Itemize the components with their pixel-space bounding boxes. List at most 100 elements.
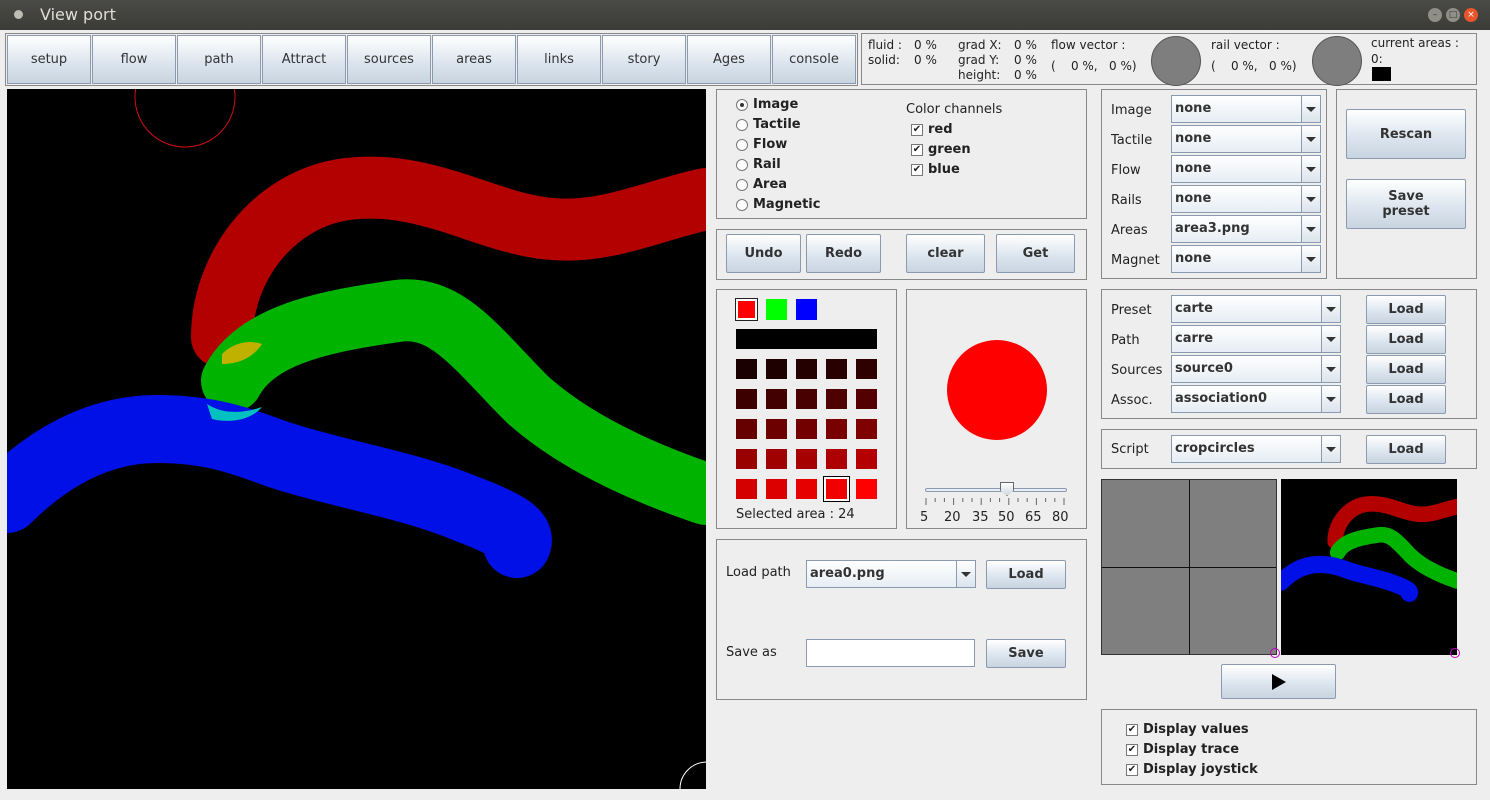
palette-swatch[interactable] xyxy=(856,419,877,439)
preset-load-button[interactable]: Load xyxy=(1366,295,1446,324)
palette-swatch[interactable] xyxy=(736,449,757,469)
palette-swatch[interactable] xyxy=(766,419,787,439)
load-path-select[interactable]: area0.png xyxy=(806,560,976,588)
path-io-panel: Load path area0.png Load Save as Save xyxy=(716,539,1087,700)
preset-select[interactable]: carre xyxy=(1171,325,1341,353)
save-button[interactable]: Save xyxy=(986,639,1066,668)
grid-handle[interactable] xyxy=(1270,648,1280,658)
radio-flow-label: Flow xyxy=(753,137,788,152)
redo-button[interactable]: Redo xyxy=(806,234,881,273)
tab-setup[interactable]: setup xyxy=(7,35,91,84)
layer-select[interactable]: area3.png xyxy=(1171,215,1321,243)
tab-areas[interactable]: areas xyxy=(432,35,516,84)
save-as-input[interactable] xyxy=(806,639,975,667)
palette-swatch[interactable] xyxy=(736,419,757,439)
palette-swatch[interactable] xyxy=(823,476,850,502)
checkbox-blue[interactable] xyxy=(911,164,923,176)
chevron-down-icon xyxy=(1301,126,1320,152)
app-menu-icon[interactable] xyxy=(14,10,23,19)
maximize-icon[interactable]: □ xyxy=(1446,8,1460,22)
flow-joystick[interactable] xyxy=(1151,36,1201,86)
palette-swatch[interactable] xyxy=(856,479,877,499)
get-button[interactable]: Get xyxy=(996,234,1075,273)
layer-select[interactable]: none xyxy=(1171,95,1321,123)
load-path-button[interactable]: Load xyxy=(986,560,1066,589)
palette-swatch[interactable] xyxy=(826,449,847,469)
base-color-swatch[interactable] xyxy=(796,299,817,320)
grid-preview[interactable] xyxy=(1101,479,1277,655)
script-load-button[interactable]: Load xyxy=(1366,435,1446,464)
clear-button[interactable]: clear xyxy=(906,234,985,273)
mini-map[interactable] xyxy=(1281,479,1457,655)
checkbox-green[interactable] xyxy=(911,144,923,156)
palette-swatch[interactable] xyxy=(856,359,877,379)
radio-magnetic[interactable] xyxy=(736,199,748,211)
palette-swatch[interactable] xyxy=(736,359,757,379)
minimize-icon[interactable]: – xyxy=(1428,8,1442,22)
palette-swatch[interactable] xyxy=(856,449,877,469)
tab-story[interactable]: story xyxy=(602,35,686,84)
checkbox-display-trace[interactable] xyxy=(1126,744,1138,756)
checkbox-red[interactable] xyxy=(911,124,923,136)
base-color-swatch[interactable] xyxy=(766,299,787,320)
palette-swatch[interactable] xyxy=(736,389,757,409)
brush-size-thumb[interactable] xyxy=(1000,482,1014,496)
palette-swatch[interactable] xyxy=(796,479,817,499)
radio-flow[interactable] xyxy=(736,139,748,151)
layer-select[interactable]: none xyxy=(1171,155,1321,183)
script-select[interactable]: cropcircles xyxy=(1171,435,1341,463)
palette-swatch[interactable] xyxy=(796,389,817,409)
palette-swatch[interactable] xyxy=(826,419,847,439)
radio-image[interactable] xyxy=(736,99,748,111)
palette-swatch[interactable] xyxy=(826,359,847,379)
tab-flow[interactable]: flow xyxy=(92,35,176,84)
palette-swatch[interactable] xyxy=(856,389,877,409)
radio-tactile[interactable] xyxy=(736,119,748,131)
tab-attract[interactable]: Attract xyxy=(262,35,346,84)
palette-swatch[interactable] xyxy=(766,449,787,469)
palette-swatch[interactable] xyxy=(766,359,787,379)
checkbox-display-values[interactable] xyxy=(1126,724,1138,736)
layer-select[interactable]: none xyxy=(1171,185,1321,213)
script-panel: Script cropcircles Load xyxy=(1101,429,1477,469)
preset-select[interactable]: carte xyxy=(1171,295,1341,323)
tab-path[interactable]: path xyxy=(177,35,261,84)
preset-load-button[interactable]: Load xyxy=(1366,385,1446,414)
preset-select[interactable]: association0 xyxy=(1171,385,1341,413)
palette-swatch[interactable] xyxy=(796,449,817,469)
palette-swatch[interactable] xyxy=(766,479,787,499)
black-color-bar[interactable] xyxy=(736,329,877,349)
chevron-down-icon xyxy=(1301,216,1320,242)
viewport-canvas[interactable] xyxy=(7,89,706,789)
flow-vector-label: flow vector : xyxy=(1051,38,1126,52)
tab-links[interactable]: links xyxy=(517,35,601,84)
play-button[interactable] xyxy=(1221,664,1336,699)
tab-console[interactable]: console xyxy=(772,35,856,84)
palette-swatch[interactable] xyxy=(796,419,817,439)
layer-select[interactable]: none xyxy=(1171,245,1321,273)
cursor-circle xyxy=(134,89,236,148)
palette-swatch[interactable] xyxy=(766,389,787,409)
checkbox-display-joystick[interactable] xyxy=(1126,764,1138,776)
tab-sources[interactable]: sources xyxy=(347,35,431,84)
palette-swatch[interactable] xyxy=(826,389,847,409)
rail-joystick[interactable] xyxy=(1312,36,1362,86)
radio-rail[interactable] xyxy=(736,159,748,171)
base-color-swatch[interactable] xyxy=(735,298,758,321)
radio-area[interactable] xyxy=(736,179,748,191)
mini-map-handle[interactable] xyxy=(1450,648,1460,658)
brush-size-track[interactable] xyxy=(925,488,1067,492)
palette-swatch[interactable] xyxy=(736,479,757,499)
undo-button[interactable]: Undo xyxy=(726,234,801,273)
display-values-label: Display values xyxy=(1143,722,1249,737)
preset-load-button[interactable]: Load xyxy=(1366,355,1446,384)
tick-80: 80 xyxy=(1052,510,1069,525)
palette-swatch[interactable] xyxy=(796,359,817,379)
rescan-button[interactable]: Rescan xyxy=(1346,109,1466,159)
close-icon[interactable]: × xyxy=(1464,8,1478,22)
preset-select[interactable]: source0 xyxy=(1171,355,1341,383)
layer-select[interactable]: none xyxy=(1171,125,1321,153)
save-preset-button[interactable]: Save preset xyxy=(1346,179,1466,229)
preset-load-button[interactable]: Load xyxy=(1366,325,1446,354)
tab-ages[interactable]: Ages xyxy=(687,35,771,84)
